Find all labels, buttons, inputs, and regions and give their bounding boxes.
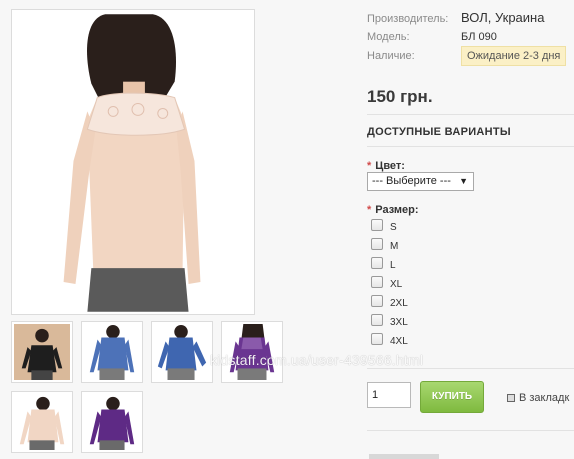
size-label-3xl: 3XL bbox=[390, 317, 408, 328]
bookmark-link[interactable]: В закладк bbox=[507, 392, 569, 404]
spec-availability: Наличие: Ожидание 2-3 дня bbox=[367, 46, 567, 66]
variants-title: ДОСТУПНЫЕ ВАРИАНТЫ bbox=[367, 126, 511, 138]
thumbnail-image bbox=[84, 394, 140, 450]
divider bbox=[367, 430, 574, 431]
chevron-down-icon: ▼ bbox=[459, 176, 468, 186]
availability-badge: Ожидание 2-3 дня bbox=[461, 46, 567, 66]
spec-manufacturer: Производитель: ВОЛ, Украина bbox=[367, 10, 544, 25]
size-checkbox[interactable] bbox=[371, 333, 383, 345]
required-mark: * bbox=[367, 204, 372, 216]
quantity-input[interactable] bbox=[367, 382, 411, 408]
required-mark: * bbox=[367, 160, 372, 172]
thumbnail-5[interactable] bbox=[11, 391, 73, 453]
thumbnail-image bbox=[84, 324, 140, 380]
thumbnail-6[interactable] bbox=[81, 391, 143, 453]
size-label-l: L bbox=[390, 260, 396, 271]
bookmark-icon bbox=[507, 394, 515, 402]
buy-button[interactable]: КУПИТЬ bbox=[420, 381, 484, 413]
main-photo-image bbox=[14, 12, 252, 312]
color-select-value: --- Выберите --- bbox=[372, 175, 451, 187]
size-checkbox[interactable] bbox=[371, 219, 383, 231]
watermark-text: kidstaff.com.ua/user-439566.html bbox=[210, 352, 424, 368]
thumbnail-2[interactable] bbox=[81, 321, 143, 383]
size-checkbox[interactable] bbox=[371, 276, 383, 288]
size-checkbox[interactable] bbox=[371, 257, 383, 269]
model-value: БЛ 090 bbox=[461, 31, 497, 43]
size-label-xl: XL bbox=[390, 279, 403, 290]
size-checkbox[interactable] bbox=[371, 295, 383, 307]
color-select[interactable]: --- Выберите --- ▼ bbox=[367, 172, 474, 191]
spec-model: Модель: БЛ 090 bbox=[367, 31, 497, 43]
main-product-photo[interactable] bbox=[11, 9, 255, 315]
product-price: 150 грн. bbox=[367, 87, 433, 106]
divider bbox=[367, 114, 574, 115]
thumbnail-3[interactable] bbox=[151, 321, 213, 383]
manufacturer-value[interactable]: ВОЛ, Украина bbox=[461, 10, 544, 25]
manufacturer-label: Производитель: bbox=[367, 13, 449, 25]
thumbnail-image bbox=[154, 324, 210, 380]
bookmark-label: В закладк bbox=[519, 392, 570, 404]
divider bbox=[367, 368, 574, 369]
share-bar[interactable] bbox=[369, 454, 439, 459]
size-label: Размер: bbox=[375, 204, 419, 216]
thumbnail-1[interactable] bbox=[11, 321, 73, 383]
color-field-label: * Цвет: bbox=[367, 160, 405, 172]
size-label-4xl: 4XL bbox=[390, 336, 408, 347]
size-label-m: M bbox=[390, 241, 399, 252]
size-field-label: * Размер: bbox=[367, 204, 419, 216]
model-label: Модель: bbox=[367, 31, 410, 43]
size-label-2xl: 2XL bbox=[390, 298, 408, 309]
availability-label: Наличие: bbox=[367, 50, 415, 63]
size-checkbox[interactable] bbox=[371, 314, 383, 326]
size-checkbox[interactable] bbox=[371, 238, 383, 250]
color-label: Цвет: bbox=[375, 160, 405, 172]
divider bbox=[367, 146, 574, 147]
thumbnail-image bbox=[14, 394, 70, 450]
thumbnail-image bbox=[14, 324, 70, 380]
size-label-s: S bbox=[390, 222, 397, 233]
